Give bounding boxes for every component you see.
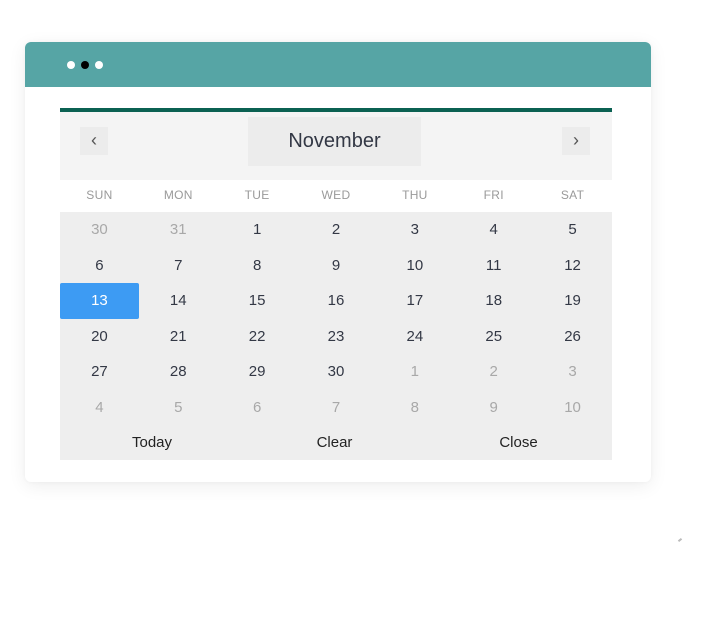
day-cell-other-month[interactable]: 9 [454,390,533,426]
day-cell[interactable]: 28 [139,354,218,390]
day-cell-other-month[interactable]: 3 [533,354,612,390]
day-cell[interactable]: 23 [297,319,376,355]
window-minimize-dot-icon[interactable] [81,61,89,69]
prev-month-button[interactable]: ‹ [80,127,108,155]
chevron-right-icon: › [573,130,579,150]
weekday-label: TUE [244,188,270,202]
day-cell[interactable]: 10 [375,248,454,284]
weekday-label: MON [163,188,193,202]
day-cell-other-month[interactable]: 31 [139,212,218,248]
day-cell-other-month[interactable]: 5 [139,390,218,426]
day-cell-other-month[interactable]: 2 [454,354,533,390]
day-cell-other-month[interactable]: 4 [60,390,139,426]
day-cell[interactable]: 3 [375,212,454,248]
close-button[interactable]: Close [425,425,612,460]
day-cell[interactable]: 22 [218,319,297,355]
day-grid: 30 31 1 2 3 4 5 6 7 8 9 10 11 12 13 14 15 16 17 18 19 20 21 22 2… [60,212,612,425]
weekday-label: SUN [86,188,113,202]
day-cell[interactable]: 2 [297,212,376,248]
decorative-mark [677,537,683,543]
day-cell[interactable]: 9 [297,248,376,284]
calendar-footer: Today Clear Close [60,425,612,460]
day-cell[interactable]: 5 [533,212,612,248]
day-cell[interactable]: 11 [454,248,533,284]
weekday-label: SAT [560,188,585,202]
day-cell[interactable]: 18 [454,283,533,319]
day-cell-other-month[interactable]: 10 [533,390,612,426]
day-cell[interactable]: 15 [218,283,297,319]
day-cell[interactable]: 20 [60,319,139,355]
day-cell[interactable]: 19 [533,283,612,319]
day-cell[interactable]: 14 [139,283,218,319]
day-cell[interactable]: 16 [297,283,376,319]
day-cell-other-month[interactable]: 8 [375,390,454,426]
day-cell[interactable]: 29 [218,354,297,390]
chevron-left-icon: ‹ [91,130,97,150]
day-cell-selected[interactable]: 13 [60,283,139,319]
day-cell[interactable]: 1 [218,212,297,248]
next-month-button[interactable]: › [562,127,590,155]
weekday-label: THU [402,188,428,202]
day-cell[interactable]: 6 [60,248,139,284]
weekday-header-row: SUN MON TUE WED THU FRI SAT [60,180,612,212]
weekday-label: FRI [483,188,504,202]
day-cell-other-month[interactable]: 7 [297,390,376,426]
day-cell[interactable]: 27 [60,354,139,390]
day-cell[interactable]: 26 [533,319,612,355]
day-cell[interactable]: 4 [454,212,533,248]
calendar-header: ‹ November › [60,112,612,180]
day-cell[interactable]: 25 [454,319,533,355]
day-cell[interactable]: 17 [375,283,454,319]
clear-button[interactable]: Clear [244,425,425,460]
app-window: ‹ November › SUN MON TUE WED THU FRI SAT 30 31 1… [25,42,651,482]
today-button[interactable]: Today [60,425,244,460]
date-picker: ‹ November › SUN MON TUE WED THU FRI SAT 30 31 1… [60,108,612,460]
window-close-dot-icon[interactable] [67,61,75,69]
day-cell[interactable]: 30 [297,354,376,390]
month-switch[interactable]: November [248,117,421,166]
day-cell[interactable]: 7 [139,248,218,284]
day-cell[interactable]: 12 [533,248,612,284]
day-cell-other-month[interactable]: 30 [60,212,139,248]
day-cell[interactable]: 24 [375,319,454,355]
day-cell-other-month[interactable]: 1 [375,354,454,390]
day-cell[interactable]: 21 [139,319,218,355]
day-cell[interactable]: 8 [218,248,297,284]
day-cell-other-month[interactable]: 6 [218,390,297,426]
weekday-label: WED [321,188,351,202]
title-bar [25,42,651,87]
window-maximize-dot-icon[interactable] [95,61,103,69]
